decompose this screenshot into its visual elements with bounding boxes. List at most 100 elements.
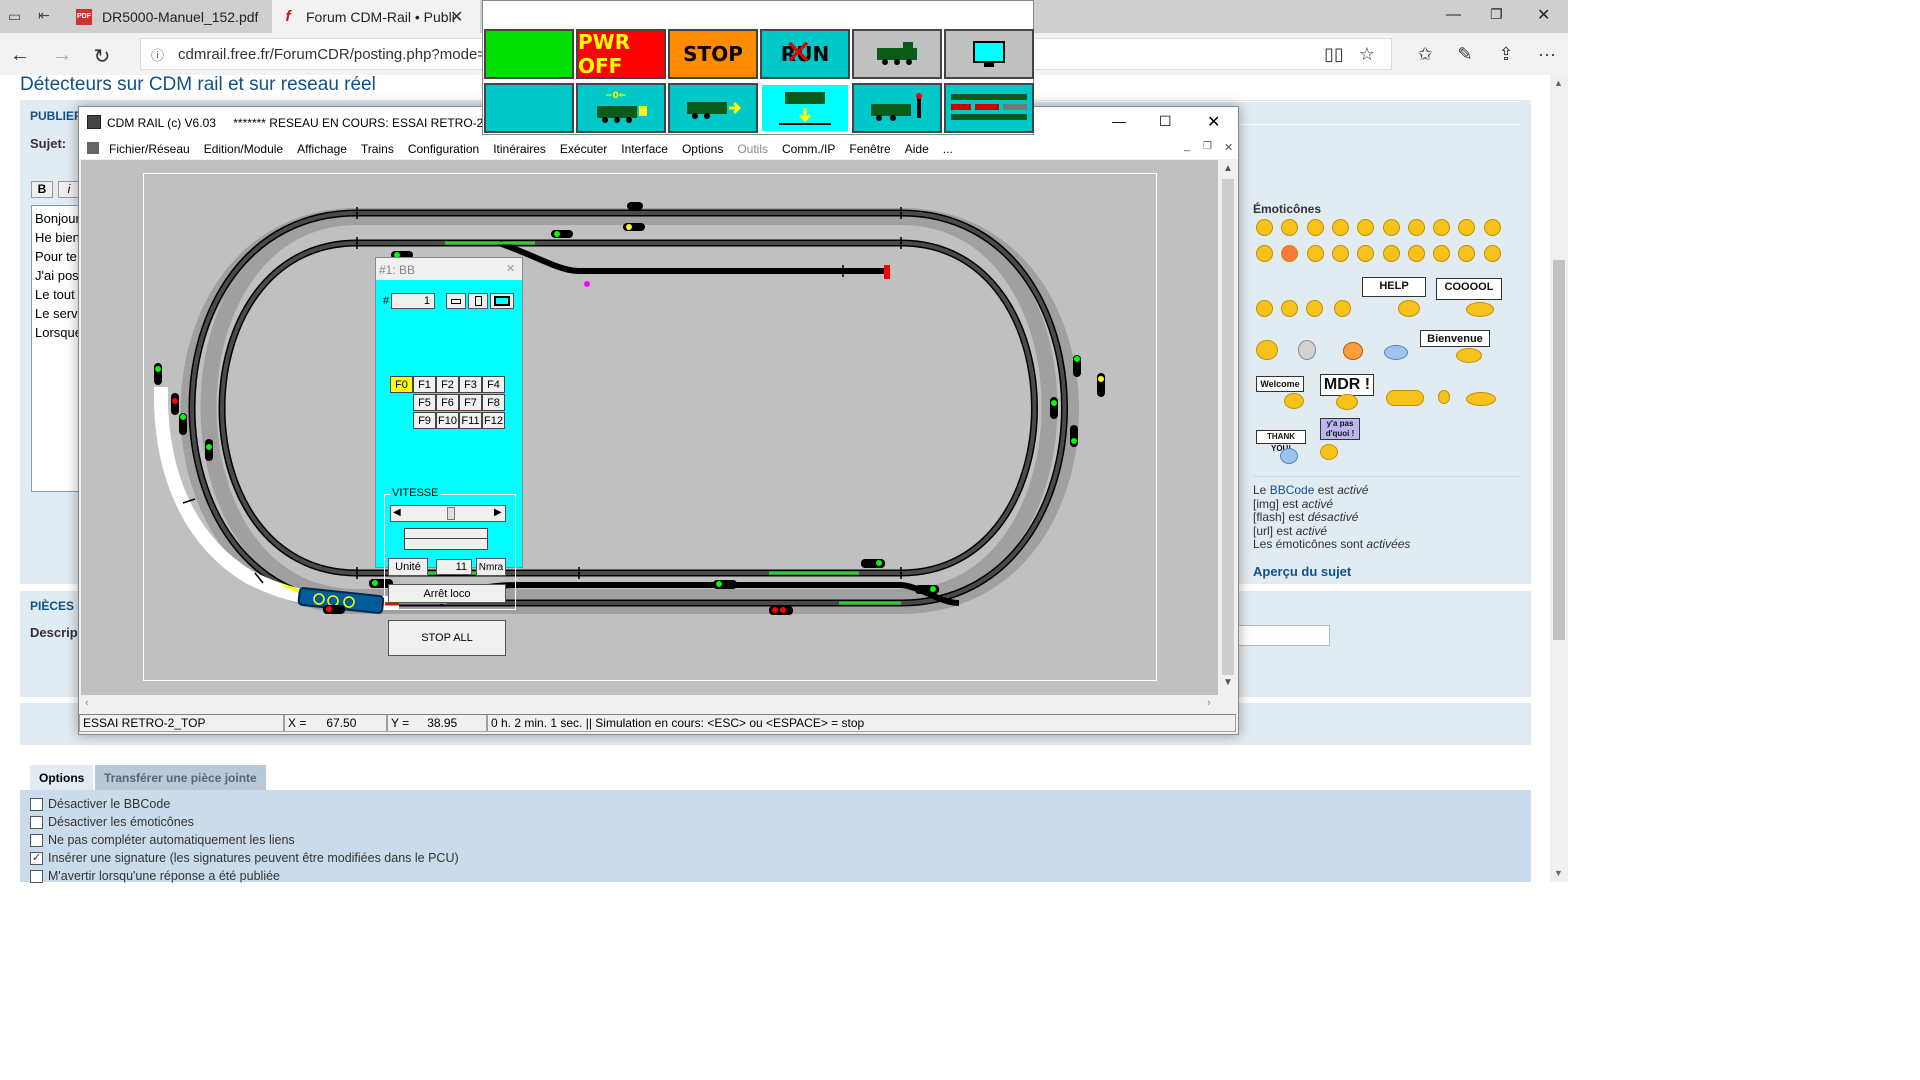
protocol-button[interactable]: Nmra [476,558,506,576]
scroll-up-icon[interactable]: ▲ [1554,78,1563,88]
scroll-down-icon[interactable]: ▼ [1554,868,1563,878]
loco-forward-button[interactable] [668,83,758,133]
function-key-f9[interactable]: F9 [413,412,436,429]
share-icon[interactable]: ⇪ [1494,44,1518,65]
page-scrollbar-thumb[interactable] [1553,260,1565,640]
emoticon-small[interactable] [1438,390,1450,404]
favorite-star-icon[interactable]: ☆ [1355,44,1379,65]
emoticon[interactable] [1483,245,1501,262]
emoticon[interactable] [1334,300,1351,317]
option-row[interactable]: Désactiver les émoticônes [30,813,530,831]
run-button[interactable]: RUN ✕ [760,29,850,79]
power-on-button[interactable] [484,29,574,79]
emoticon-flying[interactable] [1466,392,1496,406]
tab-manager-icon[interactable]: ▭ [8,8,21,25]
comment-input[interactable] [1238,625,1330,646]
function-key-f11[interactable]: F11 [459,412,482,429]
slider-right-icon[interactable]: ▶ [494,507,502,518]
loco-address-field[interactable]: 1 [391,293,435,309]
emoticon-shock[interactable] [1343,342,1363,360]
function-key-f3[interactable]: F3 [459,376,482,393]
function-key-f0[interactable]: F0 [390,376,413,393]
function-key-f12[interactable]: F12 [482,412,505,429]
emoticon[interactable] [1382,219,1400,236]
emoticon[interactable] [1483,219,1501,236]
unit-button[interactable]: Unité [388,558,428,576]
option-row[interactable]: M'avertir lorsqu'une réponse a été publi… [30,867,530,885]
option-row[interactable]: ✓ Insérer une signature (les signatures p… [30,849,530,867]
track-layout[interactable] [79,107,1238,736]
preview-link[interactable]: Aperçu du sujet [1253,564,1351,579]
bbcode-link[interactable]: BBCode [1270,483,1315,497]
option-row[interactable]: Ne pas compléter automatiquement les lie… [30,831,530,849]
cdm-scroll-down-icon[interactable]: ▼ [1223,677,1233,688]
cdm-hscroll[interactable] [81,695,1220,711]
speed-slider-thumb[interactable] [447,507,455,520]
emoticon[interactable] [1407,245,1425,262]
stop-all-button[interactable]: STOP ALL [388,620,506,656]
emoticon-alien[interactable] [1298,340,1316,360]
emoticon-bienvenue-face[interactable] [1456,348,1482,363]
emoticon-yapas-face[interactable] [1320,444,1338,460]
emoticon[interactable] [1281,300,1298,317]
function-key-f10[interactable]: F10 [436,412,459,429]
emoticon-thankyou-face[interactable] [1280,448,1298,464]
function-key-f6[interactable]: F6 [436,394,459,411]
close-window-icon[interactable]: ✕ [1537,5,1550,25]
cdm-scroll-up-icon[interactable]: ▲ [1223,163,1233,174]
step-field[interactable]: 11 [436,559,472,575]
emoticon-mdr-face[interactable] [1336,394,1358,410]
checkbox[interactable] [30,815,43,829]
emoticon-thankyou[interactable]: THANK YOU! [1256,430,1306,453]
emoticon[interactable] [1306,219,1324,236]
forward-icon[interactable]: → [50,44,74,67]
emoticon[interactable] [1256,300,1273,317]
back-icon[interactable]: ← [8,44,32,67]
checkbox[interactable] [30,797,43,811]
loco-view-large-button[interactable] [490,293,514,309]
emoticon-thumbs[interactable] [1384,345,1408,360]
track-inner-loop[interactable] [218,239,1038,577]
pwr-off-button[interactable]: PWR OFF [576,29,666,79]
checkbox[interactable] [30,869,43,883]
speed-slider[interactable]: ◀ ▶ [390,505,506,522]
function-key-f7[interactable]: F7 [459,394,482,411]
minimize-icon[interactable]: — [1446,6,1461,23]
signal-block[interactable] [627,202,643,210]
function-key-f1[interactable]: F1 [413,376,436,393]
reading-view-icon[interactable]: ▯▯ [1322,44,1346,65]
emoticon-bienvenue[interactable]: Bienvenue [1420,330,1490,347]
tab-forum[interactable]: f Forum CDM-Rail • Publi ✕ [272,0,480,33]
tab-pdf[interactable]: PDF DR5000-Manuel_152.pdf [68,0,272,33]
emoticon-mdr[interactable]: MDR ! [1320,374,1374,396]
emoticon[interactable] [1331,245,1349,262]
bold-button[interactable]: B [31,181,53,198]
emoticon[interactable] [1256,245,1273,262]
emoticon[interactable] [1306,245,1324,262]
function-key-f8[interactable]: F8 [482,394,505,411]
tab-options[interactable]: Options [30,765,94,790]
emoticon[interactable] [1407,219,1425,236]
loco-view-medium-button[interactable] [468,293,488,309]
emoticon[interactable] [1433,219,1451,236]
emoticon[interactable] [1331,219,1349,236]
checkbox[interactable]: ✓ [30,851,43,865]
cdm-scroll-left-icon[interactable]: ‹ [85,697,89,709]
option-row[interactable]: Désactiver le BBCode [30,795,530,813]
stop-loco-button[interactable]: Arrêt loco [388,584,506,603]
emoticon[interactable] [1306,300,1323,317]
function-key-f4[interactable]: F4 [482,376,505,393]
close-tab-icon[interactable]: ✕ [450,7,463,27]
loco-decoupler-button[interactable]: −0← [576,83,666,133]
set-aside-tabs-icon[interactable]: ⇤ [38,7,50,24]
emoticon-coool-face[interactable] [1466,302,1494,317]
emoticon-coool[interactable]: COOOOL [1436,278,1502,300]
emoticon-welcome-face[interactable] [1284,393,1304,409]
cdm-scroll-right-icon[interactable]: › [1207,697,1211,709]
emoticon[interactable] [1256,219,1273,236]
toolbar-blank-button[interactable] [484,83,574,133]
tab-attach[interactable]: Transférer une pièce jointe [95,765,266,790]
emoticon-help[interactable]: HELP [1362,277,1426,297]
emoticon[interactable] [1382,245,1400,262]
loco-signal-button[interactable] [852,83,942,133]
